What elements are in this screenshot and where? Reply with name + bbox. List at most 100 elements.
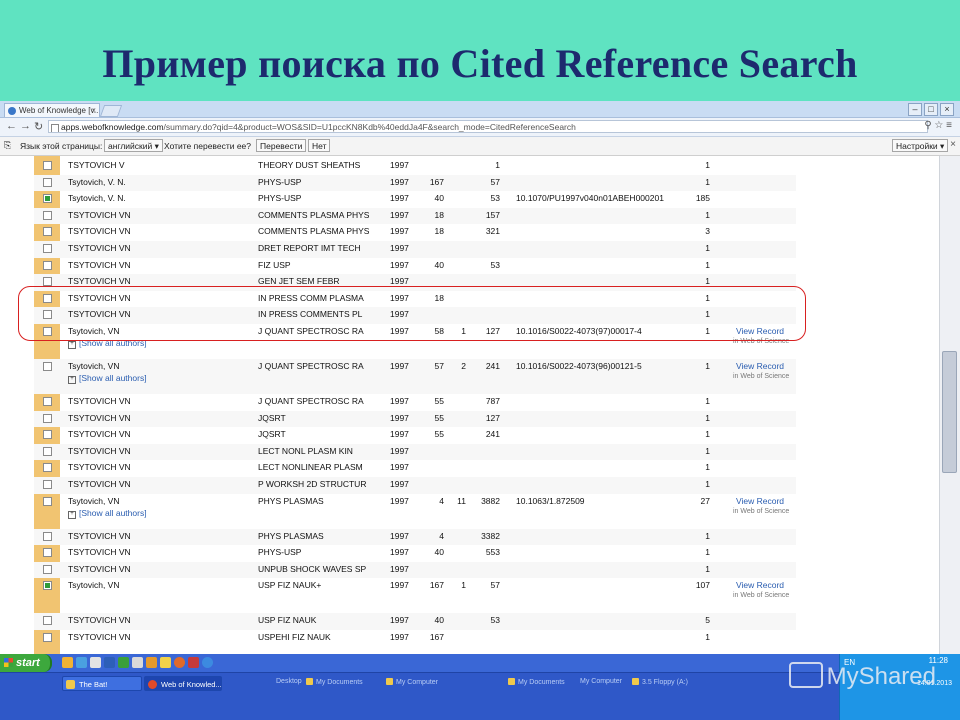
app-icon[interactable]: [188, 657, 199, 668]
table-row: TSYTOVICH V THEORY DUST SHEATHS 1997 1 1: [34, 158, 796, 175]
translate-button[interactable]: Перевести: [256, 139, 307, 152]
cited-page: 3882: [481, 495, 500, 506]
citing-articles-count: 1: [705, 160, 710, 170]
settings-button[interactable]: Настройки ▾: [892, 139, 949, 152]
close-window-icon[interactable]: ×: [940, 103, 954, 116]
firefox-icon[interactable]: [174, 657, 185, 668]
row-checkbox[interactable]: [43, 564, 52, 574]
cited-volume: 167: [429, 580, 444, 591]
app-icon[interactable]: [90, 657, 101, 668]
toolbar-my-documents[interactable]: My Documents: [306, 678, 363, 686]
cited-page: 241: [485, 361, 500, 371]
thebat-icon: [66, 680, 75, 689]
excel-icon[interactable]: [118, 657, 129, 668]
cited-page: 241: [485, 429, 500, 440]
cited-author: Tsytovich, V. N.: [68, 176, 126, 187]
row-checkbox[interactable]: [43, 277, 52, 287]
app-icon[interactable]: [62, 657, 73, 668]
toolbar-desktop[interactable]: Desktop: [276, 678, 302, 685]
row-checkbox[interactable]: [43, 463, 52, 473]
table-row: TSYTOVICH VN JQSRT 1997 55 241 1: [34, 427, 796, 444]
start-button[interactable]: start: [0, 654, 52, 672]
citing-articles-count: 185: [695, 193, 710, 204]
row-checkbox[interactable]: [43, 210, 52, 220]
row-checkbox[interactable]: [43, 244, 52, 253]
show-all-authors-link[interactable]: + [Show all authors]: [68, 508, 147, 519]
scroll-thumb[interactable]: [942, 351, 957, 473]
row-checkbox[interactable]: [43, 161, 52, 170]
row-checkbox[interactable]: [43, 430, 52, 440]
forward-icon[interactable]: →: [20, 120, 31, 132]
view-record-link[interactable]: View Record: [736, 361, 784, 371]
cited-page: 127: [485, 412, 500, 423]
view-record-link[interactable]: View Record: [736, 496, 784, 506]
close-tab-icon[interactable]: ×: [91, 104, 96, 117]
cited-year: 1997: [390, 209, 409, 220]
row-checkbox[interactable]: [43, 177, 52, 187]
cited-author: TSYTOVICH VN: [68, 615, 131, 626]
cited-work: USPEHI FIZ NAUK: [258, 632, 331, 642]
cited-volume: 57: [434, 361, 444, 371]
vertical-scrollbar[interactable]: [939, 156, 960, 654]
maximize-icon[interactable]: □: [924, 103, 938, 116]
cited-page: 3382: [481, 530, 500, 541]
cited-author: TSYTOVICH VN: [68, 276, 131, 287]
language-select[interactable]: английский ▾: [104, 139, 163, 152]
cited-author: TSYTOVICH VN: [68, 563, 131, 574]
taskbar-button-thebat[interactable]: The Bat!: [62, 676, 142, 691]
toolbar-my-computer[interactable]: My Computer: [386, 678, 438, 686]
row-checkbox[interactable]: [43, 194, 52, 204]
cited-year: 1997: [390, 530, 409, 541]
app-icon[interactable]: [132, 657, 143, 668]
citing-articles-count: 1: [705, 547, 710, 558]
toolbar-floppy[interactable]: 3.5 Floppy (A:): [632, 678, 688, 686]
reload-icon[interactable]: ↻: [34, 120, 43, 133]
cited-year: 1997: [390, 276, 409, 287]
cited-year: 1997: [390, 412, 409, 423]
word-icon[interactable]: [104, 657, 115, 668]
cited-volume: 55: [434, 396, 444, 406]
row-checkbox[interactable]: [43, 413, 52, 423]
chrome-icon: [148, 680, 157, 689]
view-record-link[interactable]: View Record: [736, 580, 784, 590]
row-checkbox[interactable]: [43, 260, 52, 270]
cited-author: TSYTOVICH V: [68, 160, 125, 170]
cited-page: 53: [490, 193, 500, 204]
cited-work: JQSRT: [258, 429, 286, 440]
row-checkbox[interactable]: [43, 496, 52, 506]
row-checkbox[interactable]: [43, 616, 52, 626]
browser-tab[interactable]: Web of Knowledge [v... ×: [4, 103, 100, 117]
cited-work: FIZ USP: [258, 259, 291, 270]
view-record-sub: in Web of Science: [733, 592, 790, 600]
favicon-icon: [8, 107, 16, 115]
minimize-icon[interactable]: –: [908, 103, 922, 116]
cited-page: 553: [485, 547, 500, 558]
row-checkbox[interactable]: [43, 581, 52, 591]
url-input[interactable]: apps.webofknowledge.com/summary.do?qid=4…: [48, 120, 928, 133]
toolbar-my-documents-2[interactable]: My Documents: [508, 678, 565, 686]
folder-icon[interactable]: [146, 657, 157, 668]
taskbar-button-browser[interactable]: Web of Knowled...: [144, 676, 222, 691]
close-bar-icon[interactable]: ×: [950, 139, 956, 150]
cited-issue: 11: [457, 495, 466, 506]
toolbar-my-computer-2[interactable]: My Computer: [580, 678, 622, 685]
row-checkbox[interactable]: [43, 227, 52, 237]
citing-articles-count: 5: [705, 615, 710, 626]
row-checkbox[interactable]: [43, 362, 52, 371]
chrome-icon[interactable]: [202, 657, 213, 668]
app-icon[interactable]: [76, 657, 87, 668]
show-all-authors-link[interactable]: + [Show all authors]: [68, 373, 147, 384]
cited-author: TSYTOVICH VN: [68, 243, 131, 253]
row-checkbox[interactable]: [43, 633, 52, 642]
row-checkbox[interactable]: [43, 548, 52, 558]
cited-work: USP FIZ NAUK: [258, 615, 317, 626]
no-button[interactable]: Нет: [308, 139, 331, 152]
new-tab-button[interactable]: [99, 105, 123, 117]
row-checkbox[interactable]: [43, 531, 52, 541]
row-checkbox[interactable]: [43, 446, 52, 456]
row-checkbox[interactable]: [43, 397, 52, 406]
back-icon[interactable]: ←: [6, 120, 17, 132]
app-icon[interactable]: [160, 657, 171, 668]
wrench-icon[interactable]: ⚲ ☆ ≡: [924, 120, 952, 131]
row-checkbox[interactable]: [43, 480, 52, 489]
